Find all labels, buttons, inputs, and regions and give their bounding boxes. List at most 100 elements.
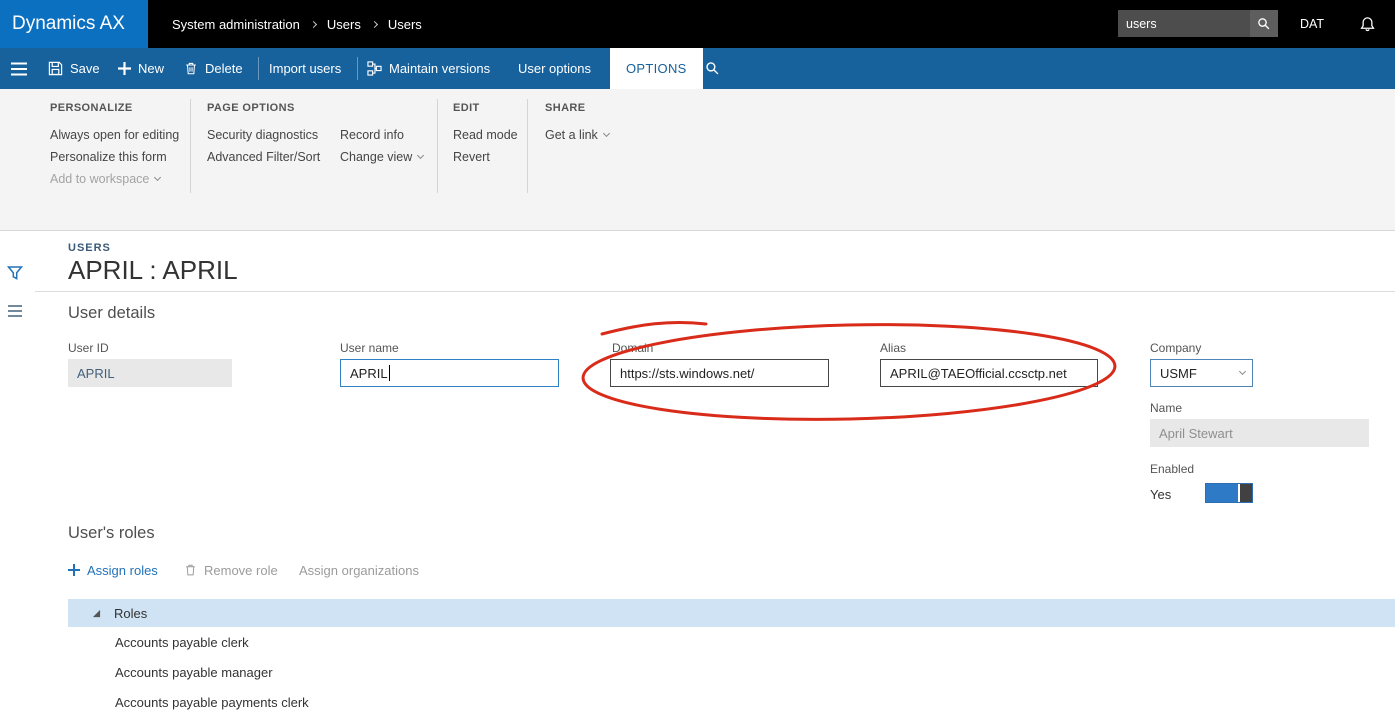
- roles-group-header-label: Roles: [114, 606, 147, 621]
- toolbar-divider: [258, 57, 259, 80]
- personalize-this-form-button[interactable]: Personalize this form: [50, 149, 167, 165]
- delete-button[interactable]: Delete: [184, 48, 243, 89]
- global-search-box: [1118, 10, 1278, 37]
- toolbar-divider: [357, 57, 358, 80]
- toolbar-search-button[interactable]: [697, 48, 727, 89]
- advanced-filter-sort-label: Advanced Filter/Sort: [207, 150, 320, 164]
- filter-pane-button[interactable]: [7, 265, 23, 281]
- user-id-field: APRIL: [68, 359, 232, 387]
- revert-label: Revert: [453, 150, 490, 164]
- chevron-down-icon: [1239, 367, 1246, 374]
- ribbon-divider: [527, 99, 528, 193]
- role-name: Accounts payable clerk: [115, 635, 249, 650]
- always-open-for-editing-button[interactable]: Always open for editing: [50, 127, 179, 143]
- import-users-button[interactable]: Import users: [269, 48, 341, 89]
- collapse-triangle-icon: [92, 609, 101, 618]
- role-row-2[interactable]: Accounts payable manager: [68, 657, 1395, 687]
- trash-icon: [184, 61, 198, 76]
- assign-roles-label: Assign roles: [87, 563, 158, 578]
- roles-group-header[interactable]: Roles: [68, 599, 1395, 627]
- assign-organizations-label: Assign organizations: [299, 563, 419, 578]
- hamburger-menu-button[interactable]: [0, 48, 38, 89]
- ribbon-divider: [437, 99, 438, 193]
- read-mode-button[interactable]: Read mode: [453, 127, 518, 143]
- global-search-input[interactable]: [1118, 10, 1250, 37]
- always-open-for-editing-label: Always open for editing: [50, 128, 179, 142]
- delete-label: Delete: [205, 61, 243, 76]
- breadcrumb-separator-icon: [371, 20, 378, 27]
- change-view-button[interactable]: Change view: [340, 149, 423, 165]
- app-logo[interactable]: Dynamics AX: [0, 0, 148, 48]
- revert-button[interactable]: Revert: [453, 149, 490, 165]
- alias-input[interactable]: APRIL@TAEOfficial.ccsctp.net: [880, 359, 1098, 387]
- maintain-versions-label: Maintain versions: [389, 61, 490, 76]
- section-title-user-roles[interactable]: User's roles: [68, 524, 155, 543]
- funnel-icon: [7, 265, 23, 281]
- maintain-versions-button[interactable]: Maintain versions: [367, 48, 490, 89]
- security-diagnostics-button[interactable]: Security diagnostics: [207, 127, 318, 143]
- company-select[interactable]: USMF: [1150, 359, 1253, 387]
- section-title-user-details[interactable]: User details: [68, 304, 155, 323]
- tab-options[interactable]: OPTIONS: [610, 48, 703, 89]
- text-cursor: [389, 365, 390, 381]
- plus-icon: [68, 564, 80, 576]
- save-label: Save: [70, 61, 100, 76]
- versions-icon: [367, 61, 382, 76]
- search-icon[interactable]: [1250, 10, 1278, 37]
- group-title-share: SHARE: [545, 102, 586, 114]
- name-value: April Stewart: [1159, 426, 1233, 441]
- assign-organizations-button[interactable]: Assign organizations: [299, 560, 419, 580]
- toggle-knob: [1238, 484, 1252, 502]
- alias-value: APRIL@TAEOfficial.ccsctp.net: [890, 366, 1067, 381]
- user-name-label: User name: [340, 341, 399, 355]
- remove-role-label: Remove role: [204, 563, 278, 578]
- user-name-input[interactable]: APRIL: [340, 359, 559, 387]
- role-row-3[interactable]: Accounts payable payments clerk: [68, 687, 1395, 717]
- options-ribbon: PERSONALIZE Always open for editing Pers…: [0, 89, 1395, 231]
- breadcrumb-system-administration[interactable]: System administration: [172, 17, 300, 32]
- record-info-button[interactable]: Record info: [340, 127, 404, 143]
- add-to-workspace-button[interactable]: Add to workspace: [50, 171, 160, 187]
- page-title: APRIL : APRIL: [68, 255, 238, 286]
- open-list-pane-button[interactable]: [7, 304, 23, 318]
- personalize-this-form-label: Personalize this form: [50, 150, 167, 164]
- read-mode-label: Read mode: [453, 128, 518, 142]
- user-options-button[interactable]: User options: [518, 48, 591, 89]
- new-button[interactable]: New: [118, 48, 164, 89]
- user-options-label: User options: [518, 61, 591, 76]
- breadcrumb-users-page[interactable]: Users: [388, 17, 422, 32]
- role-row-1[interactable]: Accounts payable clerk: [68, 627, 1395, 657]
- breadcrumb-users[interactable]: Users: [327, 17, 361, 32]
- change-view-label: Change view: [340, 150, 412, 164]
- search-icon: [705, 61, 720, 76]
- account-menu[interactable]: DAT: [1300, 0, 1324, 48]
- command-toolbar: Save New Delete Import users: [0, 48, 1395, 89]
- import-users-label: Import users: [269, 61, 341, 76]
- remove-role-button[interactable]: Remove role: [184, 560, 278, 580]
- trash-icon: [184, 563, 197, 577]
- get-a-link-label: Get a link: [545, 128, 598, 142]
- notifications-button[interactable]: [1350, 0, 1384, 48]
- domain-input[interactable]: https://sts.windows.net/: [610, 359, 829, 387]
- record-info-label: Record info: [340, 128, 404, 142]
- advanced-filter-sort-button[interactable]: Advanced Filter/Sort: [207, 149, 320, 165]
- chevron-down-icon: [603, 129, 610, 136]
- group-title-personalize: PERSONALIZE: [50, 102, 133, 114]
- options-tab-label: OPTIONS: [626, 61, 687, 76]
- dynamics-ax-app: Dynamics AX System administration Users …: [0, 0, 1395, 720]
- assign-roles-button[interactable]: Assign roles: [68, 560, 158, 580]
- user-name-value: APRIL: [350, 366, 388, 381]
- breadcrumb-separator-icon: [310, 20, 317, 27]
- chevron-down-icon: [417, 151, 424, 158]
- enabled-value: Yes: [1150, 487, 1171, 502]
- save-button[interactable]: Save: [48, 48, 100, 89]
- company-label: Company: [1150, 341, 1201, 355]
- user-id-label: User ID: [68, 341, 109, 355]
- get-a-link-button[interactable]: Get a link: [545, 127, 609, 143]
- domain-value: https://sts.windows.net/: [620, 366, 754, 381]
- top-navigation-bar: Dynamics AX System administration Users …: [0, 0, 1395, 48]
- ribbon-divider: [190, 99, 191, 193]
- enabled-toggle[interactable]: [1205, 483, 1253, 503]
- role-name: Accounts payable manager: [115, 665, 273, 680]
- user-id-value: APRIL: [77, 366, 115, 381]
